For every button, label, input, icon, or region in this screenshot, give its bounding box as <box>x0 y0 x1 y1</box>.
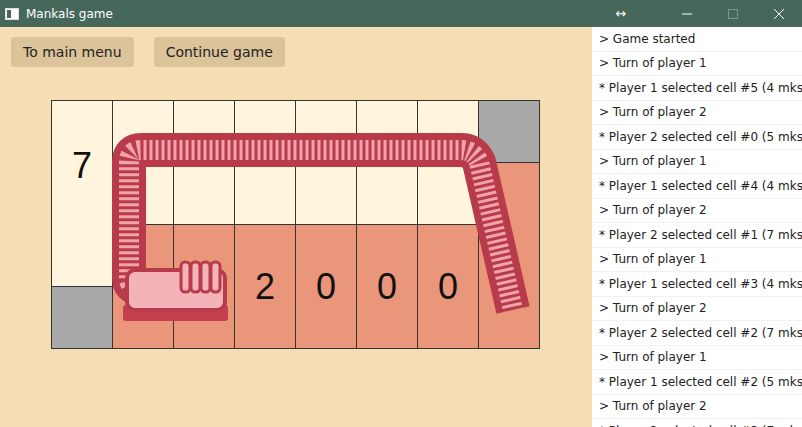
minimize-button[interactable] <box>664 0 710 27</box>
pit[interactable] <box>357 101 417 224</box>
pit[interactable] <box>296 101 356 224</box>
app-icon <box>5 8 19 20</box>
window-title: Mankals game <box>26 7 598 21</box>
maximize-icon <box>728 9 738 19</box>
close-button[interactable] <box>756 0 802 27</box>
title-bar: Mankals game↔ <box>0 0 802 27</box>
minimize-icon <box>682 9 692 19</box>
board: 72000 <box>51 100 540 349</box>
hand-icon <box>123 262 228 321</box>
game-log: > Game started> Turn of player 1* Player… <box>592 27 802 427</box>
resize-button[interactable]: ↔ <box>598 0 644 27</box>
pit[interactable] <box>235 101 295 224</box>
log-entry: * Player 2 selected cell #0 (5 mks) <box>592 125 802 150</box>
game-area: To main menu Continue game 72000 <box>0 27 592 427</box>
close-icon <box>774 9 784 19</box>
moving-hand-trail <box>51 100 540 349</box>
store <box>479 163 539 348</box>
log-entry: > Turn of player 2 <box>592 101 802 126</box>
log-entry: > Turn of player 1 <box>592 346 802 371</box>
pit[interactable]: 0 <box>296 225 356 348</box>
log-entry: * Player 2 selected cell #2 (7 mks) <box>592 321 802 346</box>
empty-corner <box>52 287 112 348</box>
menu-button[interactable]: Continue game <box>154 37 285 67</box>
store: 7 <box>52 101 112 286</box>
log-entry: * Player 1 selected cell #4 (4 mks) <box>592 174 802 199</box>
maximize-button <box>710 0 756 27</box>
log-entry: > Turn of player 1 <box>592 52 802 77</box>
log-entry: > Turn of player 2 <box>592 297 802 322</box>
log-entry: * Player 2 selected cell #1 (7 mks) <box>592 223 802 248</box>
pit[interactable]: 2 <box>235 225 295 348</box>
pit[interactable]: 0 <box>357 225 417 348</box>
log-entry: > Turn of player 2 <box>592 199 802 224</box>
pit[interactable] <box>174 225 234 348</box>
pit[interactable] <box>113 225 173 348</box>
empty-corner <box>479 101 539 162</box>
log-entry: * Player 1 selected cell #3 (4 mks) <box>592 272 802 297</box>
pit[interactable] <box>113 101 173 224</box>
pit[interactable] <box>174 101 234 224</box>
log-entry: > Game started <box>592 27 802 52</box>
log-entry: * Player 1 selected cell #2 (5 mks) <box>592 370 802 395</box>
log-entry: > Turn of player 1 <box>592 248 802 273</box>
menu-button[interactable]: To main menu <box>11 37 134 67</box>
log-entry: * Player 2 selected cell #3 (7 mks) <box>592 419 802 427</box>
pit[interactable]: 0 <box>418 225 478 348</box>
log-entry: > Turn of player 1 <box>592 150 802 175</box>
log-entry: * Player 1 selected cell #5 (4 mks) <box>592 76 802 101</box>
app-window: Mankals game↔ To main menu Continue game 72… <box>0 0 802 427</box>
pit[interactable] <box>418 101 478 224</box>
log-entry: > Turn of player 2 <box>592 395 802 420</box>
